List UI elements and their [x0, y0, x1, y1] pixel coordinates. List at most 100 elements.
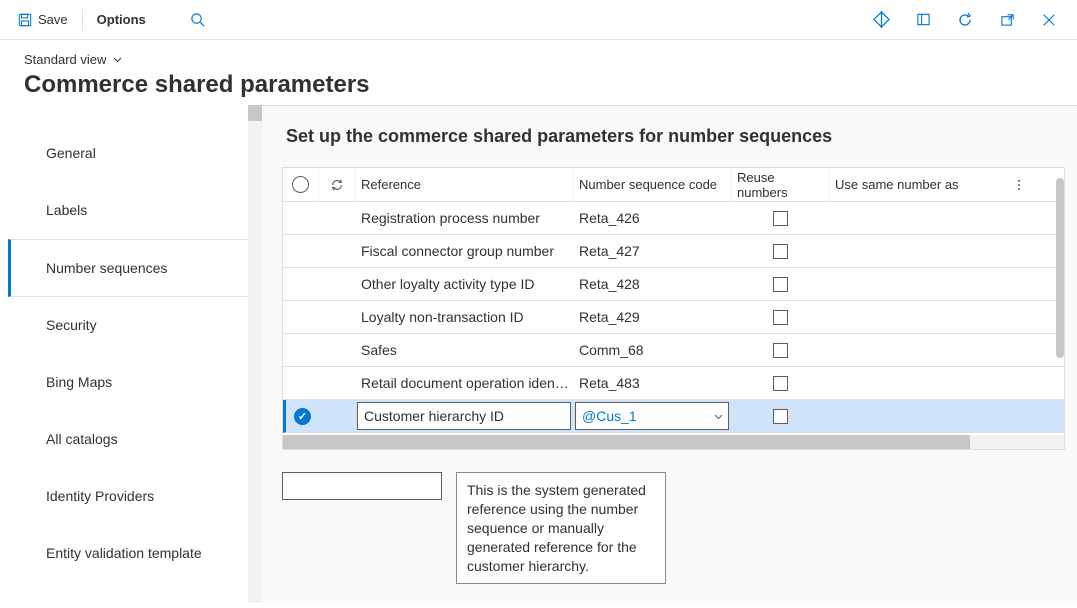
save-button[interactable]: Save [8, 6, 78, 33]
sidebar-item-all-catalogs[interactable]: All catalogs [8, 411, 262, 468]
th-code[interactable]: Number sequence code [573, 168, 731, 201]
table-row[interactable]: Registration process number Reta_426 [283, 202, 1064, 235]
cell-reference: Fiscal connector group number [355, 235, 573, 267]
th-same-as[interactable]: Use same number as [829, 168, 1009, 201]
sidebar-item-label: Labels [46, 202, 87, 218]
checkbox-icon [773, 343, 788, 358]
table-row[interactable]: Retail document operation iden… Reta_483 [283, 367, 1064, 400]
toolbar-separator [82, 9, 83, 31]
cell-code: Reta_483 [573, 367, 731, 399]
cell-reference: Other loyalty activity type ID [355, 268, 573, 300]
row-spacer [319, 400, 355, 432]
checkbox-icon [773, 211, 788, 226]
vertical-scrollbar[interactable] [1054, 168, 1064, 398]
th-select-all[interactable] [283, 168, 319, 201]
popout-button[interactable] [995, 8, 1019, 32]
row-select[interactable] [283, 268, 319, 300]
sidebar-item-bing-maps[interactable]: Bing Maps [8, 354, 262, 411]
sidebar-item-identity-providers[interactable]: Identity Providers [8, 468, 262, 525]
checkbox-icon [773, 244, 788, 259]
horizontal-scrollbar[interactable] [283, 435, 1064, 449]
table-row-selected[interactable]: Customer hierarchy ID @Cus_1 [283, 400, 1064, 433]
popout-icon [1000, 12, 1015, 27]
row-select[interactable] [283, 235, 319, 267]
sidebar-item-general[interactable]: General [8, 125, 262, 182]
th-reuse[interactable]: Reuse numbers [731, 168, 829, 201]
checkbox-icon [773, 409, 788, 424]
table-row[interactable]: Other loyalty activity type ID Reta_428 [283, 268, 1064, 301]
refresh-button[interactable] [953, 8, 977, 32]
cell-same-as [829, 202, 1009, 234]
th-reference[interactable]: Reference [355, 168, 573, 201]
view-label: Standard view [24, 52, 106, 67]
horizontal-scroll-thumb[interactable] [283, 435, 970, 449]
cell-reuse[interactable] [731, 235, 829, 267]
sidebar-item-label: Identity Providers [46, 488, 154, 504]
vertical-scroll-thumb[interactable] [1056, 178, 1064, 358]
cell-same-as [829, 367, 1009, 399]
sidebar-scrollbar[interactable] [248, 105, 262, 603]
options-button[interactable]: Options [87, 6, 156, 33]
diamond-button[interactable] [869, 8, 893, 32]
cell-same-as [829, 235, 1009, 267]
cell-code-edit[interactable]: @Cus_1 [573, 400, 731, 432]
th-refresh[interactable] [319, 168, 355, 201]
cell-reuse[interactable] [731, 301, 829, 333]
row-select[interactable] [283, 367, 319, 399]
checkbox-icon [773, 277, 788, 292]
row-select[interactable] [283, 301, 319, 333]
row-spacer [319, 367, 355, 399]
office-button[interactable] [911, 8, 935, 32]
close-button[interactable] [1037, 8, 1061, 32]
th-label: Reference [361, 177, 421, 192]
th-more[interactable] [1009, 168, 1029, 201]
dropdown-value: @Cus_1 [582, 408, 637, 424]
sidebar-item-security[interactable]: Security [8, 297, 262, 354]
sidebar-item-number-sequences[interactable]: Number sequences [8, 239, 262, 297]
table-row[interactable]: Fiscal connector group number Reta_427 [283, 235, 1064, 268]
row-select[interactable] [283, 202, 319, 234]
close-icon [1042, 13, 1056, 27]
page-title: Commerce shared parameters [24, 71, 1053, 99]
toolbar-right [869, 8, 1069, 32]
cell-reference: Registration process number [355, 202, 573, 234]
cell-reuse[interactable] [731, 400, 829, 432]
reference-input[interactable]: Customer hierarchy ID [357, 402, 571, 430]
code-dropdown[interactable]: @Cus_1 [575, 402, 729, 430]
row-select[interactable] [286, 400, 319, 432]
cell-code: Reta_429 [573, 301, 731, 333]
sidebar: General Labels Number sequences Security… [0, 105, 262, 603]
page-header: Standard view Commerce shared parameters [0, 40, 1077, 105]
sidebar-item-label: Security [46, 317, 97, 333]
tooltip-box: This is the system generated reference u… [456, 472, 666, 584]
table-row[interactable]: Safes Comm_68 [283, 334, 1064, 367]
input-value: Customer hierarchy ID [364, 408, 504, 424]
save-icon [18, 13, 32, 27]
checkbox-icon [773, 376, 788, 391]
cell-reference: Loyalty non-transaction ID [355, 301, 573, 333]
row-spacer [319, 301, 355, 333]
content-title: Set up the commerce shared parameters fo… [282, 120, 1065, 167]
cell-reuse[interactable] [731, 268, 829, 300]
sidebar-item-label: Entity validation template [46, 545, 202, 561]
aux-input[interactable] [282, 472, 442, 500]
sidebar-item-label: All catalogs [46, 431, 118, 447]
cell-reference-edit[interactable]: Customer hierarchy ID [355, 400, 573, 432]
view-switcher[interactable]: Standard view [24, 52, 123, 67]
cell-reuse[interactable] [731, 367, 829, 399]
sidebar-item-label: Number sequences [46, 260, 167, 276]
th-label: Number sequence code [579, 177, 717, 192]
sidebar-scroll-thumb[interactable] [248, 105, 262, 121]
sidebar-item-entity-validation[interactable]: Entity validation template [8, 525, 262, 582]
search-button[interactable] [186, 8, 210, 32]
cell-reuse[interactable] [731, 334, 829, 366]
table-header: Reference Number sequence code Reuse num… [283, 168, 1064, 202]
radio-checked-icon [294, 408, 311, 425]
cell-code: Reta_426 [573, 202, 731, 234]
cell-reference: Safes [355, 334, 573, 366]
table-row[interactable]: Loyalty non-transaction ID Reta_429 [283, 301, 1064, 334]
sidebar-item-labels[interactable]: Labels [8, 182, 262, 239]
row-select[interactable] [283, 334, 319, 366]
cell-same-as [829, 334, 1009, 366]
cell-reuse[interactable] [731, 202, 829, 234]
